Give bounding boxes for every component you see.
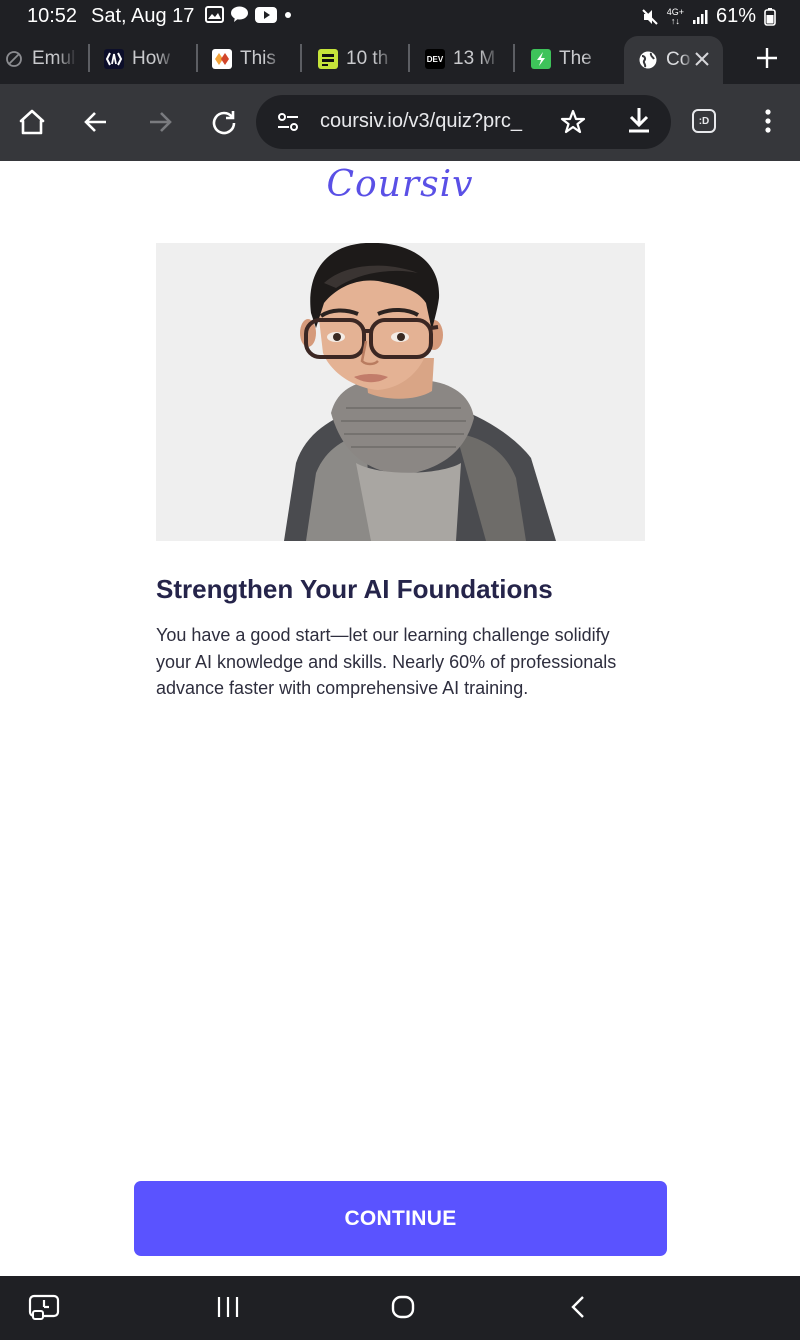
tab-separator: [300, 44, 302, 72]
tab-separator: [513, 44, 515, 72]
brand-logo[interactable]: Coursiv: [0, 164, 800, 205]
mute-icon: [641, 8, 659, 26]
tab-separator: [196, 44, 198, 72]
tab-13-m[interactable]: DEV 13 M: [425, 34, 505, 84]
blocked-icon: [4, 49, 24, 69]
screen-recorder-icon[interactable]: [28, 1294, 60, 1327]
system-navigation-bar: [0, 1276, 800, 1340]
site-settings-icon[interactable]: [276, 110, 300, 139]
dev-logo-icon: DEV: [425, 49, 445, 69]
new-tab-icon[interactable]: [752, 43, 782, 78]
back-arrow-icon[interactable]: [80, 106, 112, 138]
tab-emul[interactable]: Emul: [0, 34, 84, 84]
tab-the[interactable]: The: [531, 34, 611, 84]
forward-arrow-icon: [144, 106, 176, 138]
tab-title: The: [559, 48, 592, 69]
youtube-icon: [255, 6, 277, 23]
url-text[interactable]: coursiv.io/v3/quiz?prc_: [320, 110, 536, 133]
zdnet-logo-icon: [318, 49, 338, 69]
signal-icon: [692, 9, 708, 25]
tab-this[interactable]: This: [212, 34, 292, 84]
battery-percent: 61%: [715, 5, 756, 27]
status-time: 10:52: [27, 5, 78, 27]
reload-icon[interactable]: [208, 106, 240, 138]
tab-strip: Emul How This 10 th DEV 13 M The Co: [0, 34, 800, 84]
tab-how[interactable]: How: [104, 34, 184, 84]
globe-icon: [638, 50, 658, 70]
tab-title: How: [132, 48, 171, 69]
green-logo-icon: [531, 49, 551, 69]
tab-title: Emul: [32, 48, 76, 69]
page-description: You have a good start—let our learning c…: [156, 625, 617, 699]
more-menu-icon[interactable]: [756, 106, 780, 141]
home-button-icon[interactable]: [390, 1294, 416, 1325]
tab-active-coursiv[interactable]: Co: [624, 36, 723, 84]
address-bar[interactable]: coursiv.io/v3/quiz?prc_: [256, 95, 671, 149]
status-bar: 10:52 Sat, Aug 17 4G+ ↑↓ 61%: [0, 0, 800, 34]
download-icon[interactable]: [626, 106, 652, 139]
colorful-logo-icon: [212, 49, 232, 69]
tab-10-things[interactable]: 10 th: [318, 34, 398, 84]
portrait-illustration: [284, 243, 556, 541]
battery-icon: [764, 7, 776, 26]
tab-title: Co: [666, 49, 691, 70]
image-icon: [205, 6, 224, 23]
chat-bubble-icon: [230, 6, 249, 23]
continue-button[interactable]: CONTINUE: [134, 1181, 667, 1256]
network-4g-icon: 4G+ ↑↓: [666, 6, 684, 26]
hero-image: [156, 243, 645, 541]
browser-toolbar: coursiv.io/v3/quiz?prc_ :D: [0, 84, 800, 161]
close-tab-icon[interactable]: [691, 48, 713, 76]
tab-separator: [408, 44, 410, 72]
tab-title: This: [240, 48, 276, 69]
brackets-logo-icon: [104, 49, 124, 69]
back-nav-icon[interactable]: [566, 1294, 590, 1325]
page-title: Strengthen Your AI Foundations: [156, 574, 553, 604]
bookmark-star-icon[interactable]: [560, 109, 586, 140]
dot-icon: [283, 10, 293, 20]
tab-title: 13 M: [453, 48, 496, 69]
tab-separator: [88, 44, 90, 72]
status-date: Sat, Aug 17: [91, 5, 195, 27]
home-icon[interactable]: [16, 106, 48, 138]
recent-apps-icon[interactable]: [216, 1294, 240, 1325]
tab-title: 10 th: [346, 48, 389, 69]
notification-icons: [205, 6, 293, 23]
system-status: 4G+ ↑↓ 61%: [641, 5, 776, 28]
extension-icon[interactable]: :D: [692, 109, 716, 133]
